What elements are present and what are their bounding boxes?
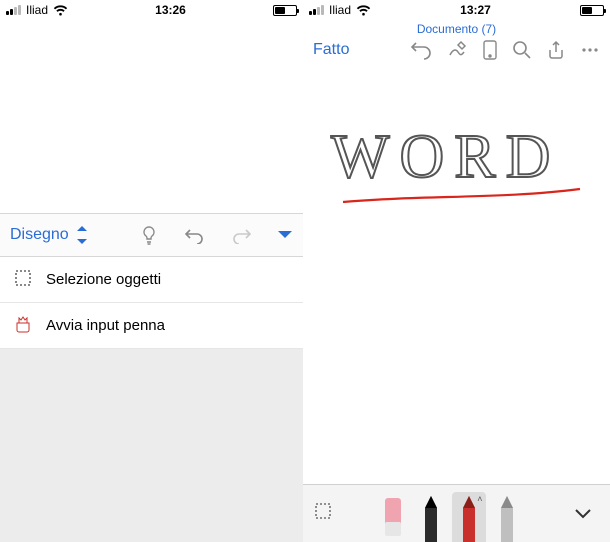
document-header: Documento (7) Fatto: [303, 20, 610, 67]
black-pen-tool[interactable]: [414, 492, 448, 542]
panel-background: [0, 349, 303, 542]
status-time: 13:26: [155, 3, 186, 17]
device-icon[interactable]: [482, 39, 498, 61]
redo-icon[interactable]: [231, 226, 251, 244]
status-bar: Iliad 13:27: [303, 0, 610, 20]
menu-label: Selezione oggetti: [46, 271, 161, 288]
carrier-label: Iliad: [26, 3, 48, 17]
signal-icon: [6, 5, 21, 15]
left-screenshot: Iliad 13:26 Disegno: [0, 0, 303, 542]
pen-toolbar: ˄: [303, 484, 610, 542]
undo-icon[interactable]: [410, 40, 432, 60]
undo-icon[interactable]: [185, 226, 205, 244]
signal-icon: [309, 5, 324, 15]
more-icon[interactable]: [580, 40, 600, 60]
mode-picker[interactable]: Disegno: [10, 226, 89, 244]
right-screenshot: Iliad 13:27 Documento (7) Fatto: [303, 0, 610, 542]
battery-icon: [273, 5, 297, 16]
status-bar: Iliad 13:26: [0, 0, 303, 20]
chevron-up-icon: ˄: [477, 494, 482, 504]
chevron-down-icon[interactable]: [566, 497, 600, 531]
menu-item-pen[interactable]: Avvia input penna: [0, 303, 303, 349]
crop-icon[interactable]: [313, 501, 333, 526]
drawing-canvas[interactable]: WORD: [303, 67, 610, 484]
carrier-label: Iliad: [329, 3, 351, 17]
menu-item-selection[interactable]: Selezione oggetti: [0, 257, 303, 303]
draw-toolbar: Disegno: [0, 213, 303, 257]
eraser-tool[interactable]: [376, 492, 410, 542]
search-icon[interactable]: [512, 40, 532, 60]
stepper-icon: [75, 226, 89, 244]
draw-mode-icon[interactable]: [446, 39, 468, 61]
menu-label: Avvia input penna: [46, 317, 165, 334]
red-pen-tool[interactable]: ˄: [452, 492, 486, 542]
status-time: 13:27: [460, 3, 491, 17]
battery-icon: [580, 5, 604, 16]
selection-icon: [14, 269, 32, 291]
blank-area: [0, 20, 303, 213]
wifi-icon: [53, 5, 68, 16]
wifi-icon: [356, 5, 371, 16]
pencil-tool[interactable]: [490, 492, 524, 542]
dropdown-icon[interactable]: [277, 229, 293, 241]
share-icon[interactable]: [546, 40, 566, 60]
mode-label: Disegno: [10, 226, 69, 244]
pen-cup-icon: [14, 315, 32, 337]
handwriting-word: WORD: [331, 123, 560, 191]
lightbulb-icon[interactable]: [139, 225, 159, 245]
document-title[interactable]: Documento (7): [309, 20, 604, 39]
done-button[interactable]: Fatto: [313, 41, 396, 59]
